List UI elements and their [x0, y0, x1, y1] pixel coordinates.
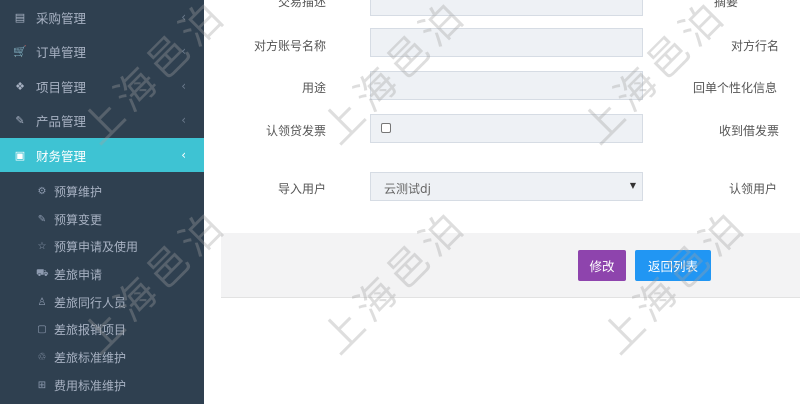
- chevron-left-icon: ‹: [181, 10, 186, 24]
- claim-credit-invoice-field: [370, 114, 643, 143]
- submenu-label: 预算维护: [54, 185, 103, 199]
- gear-icon: ⚙: [37, 186, 47, 197]
- submenu-item-budget-change[interactable]: ✎ 预算变更: [0, 206, 204, 233]
- menu-item-orders[interactable]: 🛒 订单管理 ‹: [0, 34, 204, 68]
- chevron-left-icon: ‹: [181, 148, 186, 162]
- recycle-icon: ♲: [37, 352, 47, 363]
- submenu-item-travel-standard[interactable]: ♲ 差旅标准维护: [0, 344, 204, 371]
- submenu-label: 预算申请及使用: [54, 240, 139, 254]
- field-label-transaction-desc: 交易描述: [278, 0, 327, 9]
- submenu-label: 差旅报销项目: [54, 323, 127, 337]
- submenu-item-travel-companions[interactable]: ♙ 差旅同行人员: [0, 289, 204, 316]
- transaction-desc-field[interactable]: [370, 0, 643, 16]
- edit-icon: ✎: [15, 113, 25, 127]
- users-icon: ♙: [37, 297, 47, 308]
- submenu-item-budget-apply[interactable]: ☆ 预算申请及使用: [0, 233, 204, 260]
- back-to-list-button[interactable]: 返回列表: [635, 250, 711, 281]
- menu-label: 项目管理: [36, 79, 87, 95]
- caret-down-icon: ▼: [629, 181, 636, 190]
- submenu-label: 差旅同行人员: [54, 296, 127, 310]
- chevron-left-icon: ‹: [181, 44, 186, 58]
- sidebar: ▤ 采购管理 ‹ 🛒 订单管理 ‹ ❖ 项目管理 ‹ ✎ 产品管理 ‹ ▣ 财务…: [0, 0, 204, 404]
- star-icon: ☆: [37, 241, 47, 252]
- cart-icon: 🛒: [13, 44, 27, 58]
- menu-item-purchasing[interactable]: ▤ 采购管理 ‹: [0, 0, 204, 34]
- claim-credit-invoice-checkbox[interactable]: [381, 123, 391, 133]
- menu-item-finance[interactable]: ▣ 财务管理 ‹: [0, 138, 204, 172]
- field-label-purpose: 用途: [302, 81, 327, 95]
- field-label-claim-credit-invoice: 认领贷发票: [266, 124, 327, 138]
- import-user-select[interactable]: 云测试dj ▼: [370, 172, 643, 201]
- field-label-claim-user: 认领用户: [729, 182, 778, 196]
- submenu-label: 预算变更: [54, 213, 103, 227]
- submenu-label: 差旅标准维护: [54, 351, 127, 365]
- counterparty-account-name-field[interactable]: [370, 28, 643, 57]
- field-label-counterparty-account-name: 对方账号名称: [254, 39, 327, 53]
- field-label-receipt-info: 回单个性化信息: [693, 81, 778, 95]
- purpose-field[interactable]: [370, 71, 643, 100]
- form-actions: 修改 返回列表: [221, 233, 800, 298]
- import-user-selected-value: 云测试dj: [384, 182, 431, 196]
- submenu-item-budget-maintenance[interactable]: ⚙ 预算维护: [0, 178, 204, 205]
- menu-label: 订单管理: [36, 44, 87, 60]
- field-label-counterparty-bank: 对方行名: [731, 39, 780, 53]
- square-icon: ▢: [37, 324, 47, 335]
- chevron-left-icon: ‹: [181, 79, 186, 93]
- menu-label: 产品管理: [36, 113, 87, 129]
- cubes-icon: ❖: [15, 79, 25, 93]
- submenu-label: 差旅申请: [54, 268, 103, 282]
- menu-label: 财务管理: [36, 148, 87, 164]
- menu-item-projects[interactable]: ❖ 项目管理 ‹: [0, 69, 204, 103]
- inbox-icon: ▤: [14, 10, 26, 24]
- field-label-summary: 摘要: [714, 0, 739, 9]
- submenu-item-travel-reimbursement[interactable]: ▢ 差旅报销项目: [0, 316, 204, 343]
- field-label-received-debit-invoice: 收到借发票: [719, 124, 780, 138]
- field-label-import-user: 导入用户: [278, 182, 327, 196]
- money-icon: ▣: [14, 148, 26, 162]
- edit-icon: ✎: [37, 214, 47, 225]
- edit-button[interactable]: 修改: [578, 250, 626, 281]
- submenu-label: 费用标准维护: [54, 379, 127, 393]
- menu-label: 采购管理: [36, 10, 87, 26]
- car-icon: ⛟: [36, 268, 49, 279]
- submenu-item-expense-standard[interactable]: ⊞ 费用标准维护: [0, 372, 204, 399]
- menu-item-products[interactable]: ✎ 产品管理 ‹: [0, 103, 204, 137]
- main-content: 交易描述 摘要 对方账号名称 对方行名 用途 回单个性化信息 认领贷发票 收到借…: [204, 0, 800, 404]
- detail-form: 交易描述 摘要 对方账号名称 对方行名 用途 回单个性化信息 认领贷发票 收到借…: [221, 0, 800, 233]
- chevron-left-icon: ‹: [181, 113, 186, 127]
- plus-square-icon: ⊞: [37, 380, 47, 391]
- submenu-item-travel-apply[interactable]: ⛟ 差旅申请: [0, 261, 204, 288]
